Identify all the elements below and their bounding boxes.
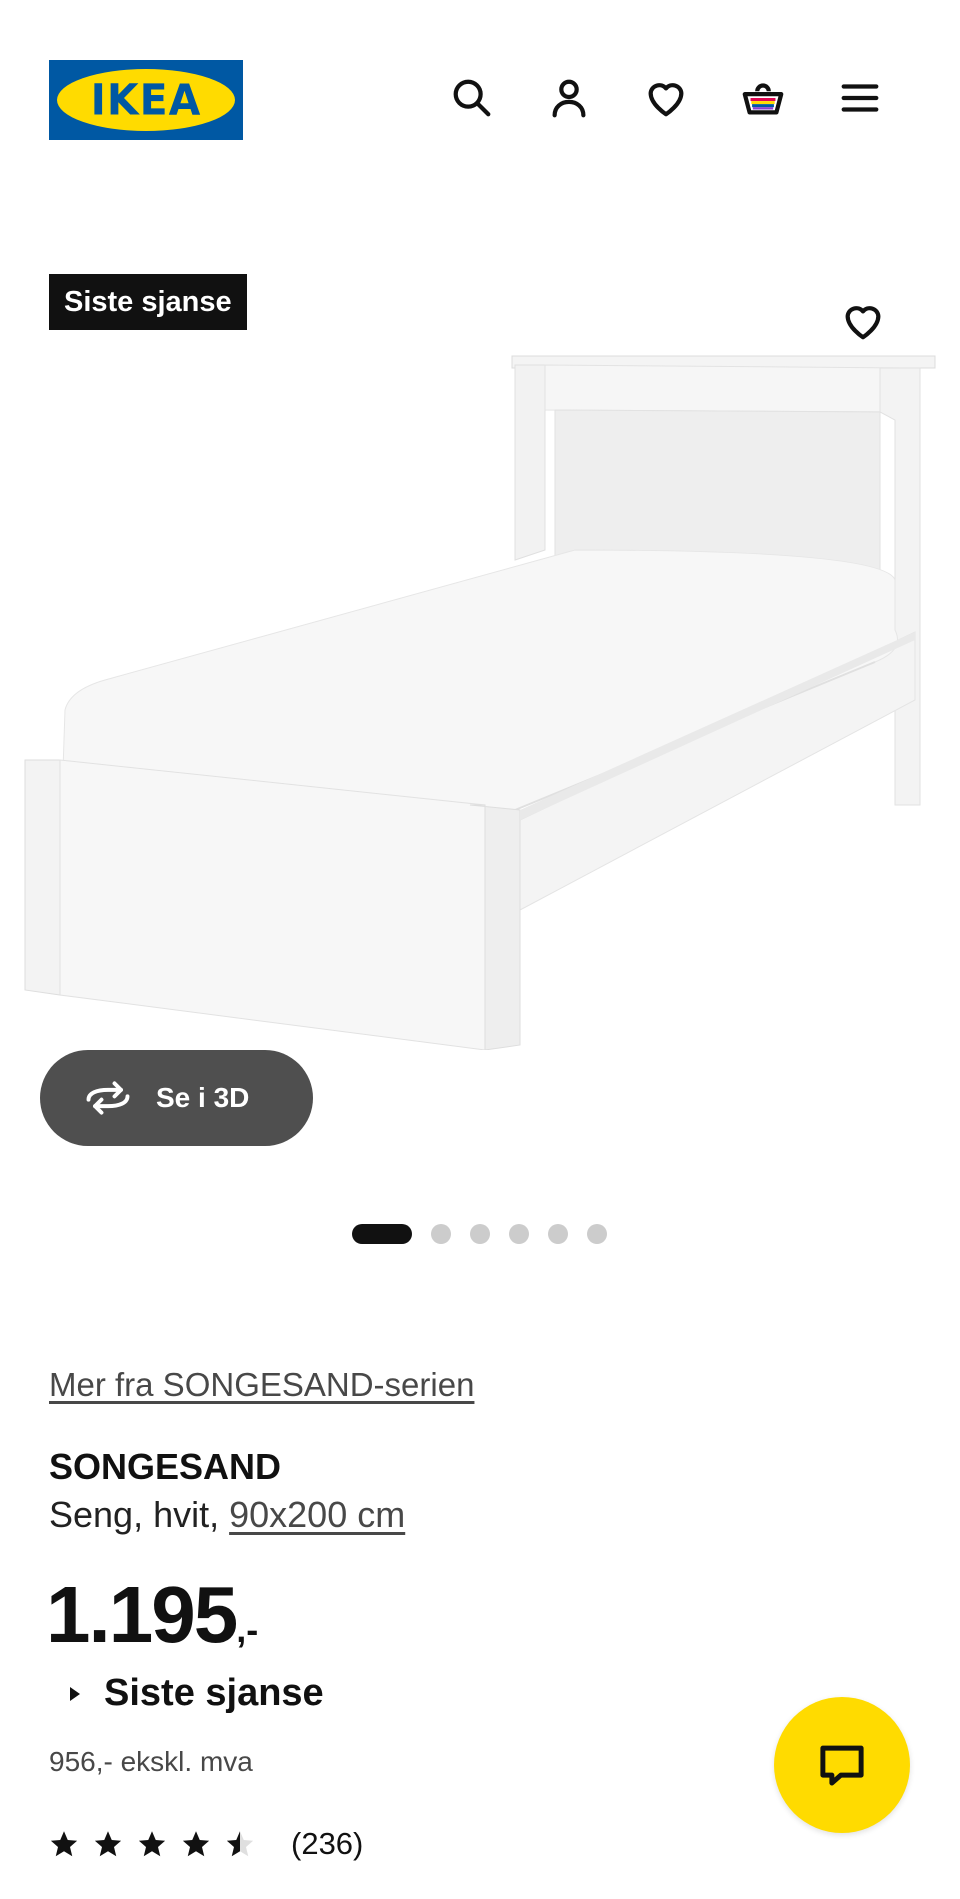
search-icon[interactable] xyxy=(446,72,498,124)
cart-icon[interactable] xyxy=(737,72,789,124)
logo-oval: IKEA xyxy=(57,69,235,131)
menu-icon[interactable] xyxy=(834,72,886,124)
image-pagination xyxy=(352,1224,607,1244)
star-full-icon xyxy=(50,1831,78,1857)
series-link[interactable]: Mer fra SONGESAND-serien xyxy=(49,1366,474,1404)
account-icon[interactable] xyxy=(543,72,595,124)
star-half-icon xyxy=(226,1831,254,1857)
pagination-dot-5[interactable] xyxy=(548,1224,568,1244)
price-main: 1.195 xyxy=(46,1570,238,1659)
rating[interactable]: (236) xyxy=(49,1824,363,1864)
product-name: SONGESAND xyxy=(49,1446,282,1487)
pagination-dot-2[interactable] xyxy=(431,1224,451,1244)
pagination-dot-3[interactable] xyxy=(470,1224,490,1244)
product-image[interactable] xyxy=(15,350,945,1050)
star-full-icon xyxy=(138,1831,166,1857)
size-link[interactable]: 90x200 cm xyxy=(229,1494,405,1535)
logo-text: IKEA xyxy=(90,74,202,126)
price-suffix: ,- xyxy=(236,1609,259,1650)
rotate-3d-icon xyxy=(86,1081,130,1115)
price-ex-vat: 956,- ekskl. mva xyxy=(49,1746,253,1777)
last-chance-toggle[interactable]: Siste sjanse xyxy=(70,1672,324,1715)
pagination-dot-4[interactable] xyxy=(509,1224,529,1244)
view-in-3d-label: Se i 3D xyxy=(156,1082,250,1113)
product-description: Seng, hvit, 90x200 cm xyxy=(49,1494,405,1536)
price: 1.195,- xyxy=(46,1575,258,1655)
rating-count: (236) xyxy=(291,1826,364,1861)
view-in-3d-button[interactable]: Se i 3D xyxy=(40,1050,313,1146)
product-type: Seng, hvit, xyxy=(49,1494,230,1535)
favorite-heart-icon[interactable] xyxy=(838,296,888,346)
pagination-dot-6[interactable] xyxy=(587,1224,607,1244)
pagination-dot-1[interactable] xyxy=(352,1224,412,1244)
last-chance-badge: Siste sjanse xyxy=(49,274,247,330)
chat-icon xyxy=(820,1745,864,1786)
star-full-icon xyxy=(182,1831,210,1857)
star-full-icon xyxy=(94,1831,122,1857)
top-header: IKEA xyxy=(0,0,960,200)
heart-icon[interactable] xyxy=(640,72,692,124)
ikea-logo[interactable]: IKEA xyxy=(49,60,243,140)
chat-button[interactable] xyxy=(774,1697,910,1833)
caret-right-icon xyxy=(70,1686,80,1701)
last-chance-label: Siste sjanse xyxy=(104,1672,324,1714)
